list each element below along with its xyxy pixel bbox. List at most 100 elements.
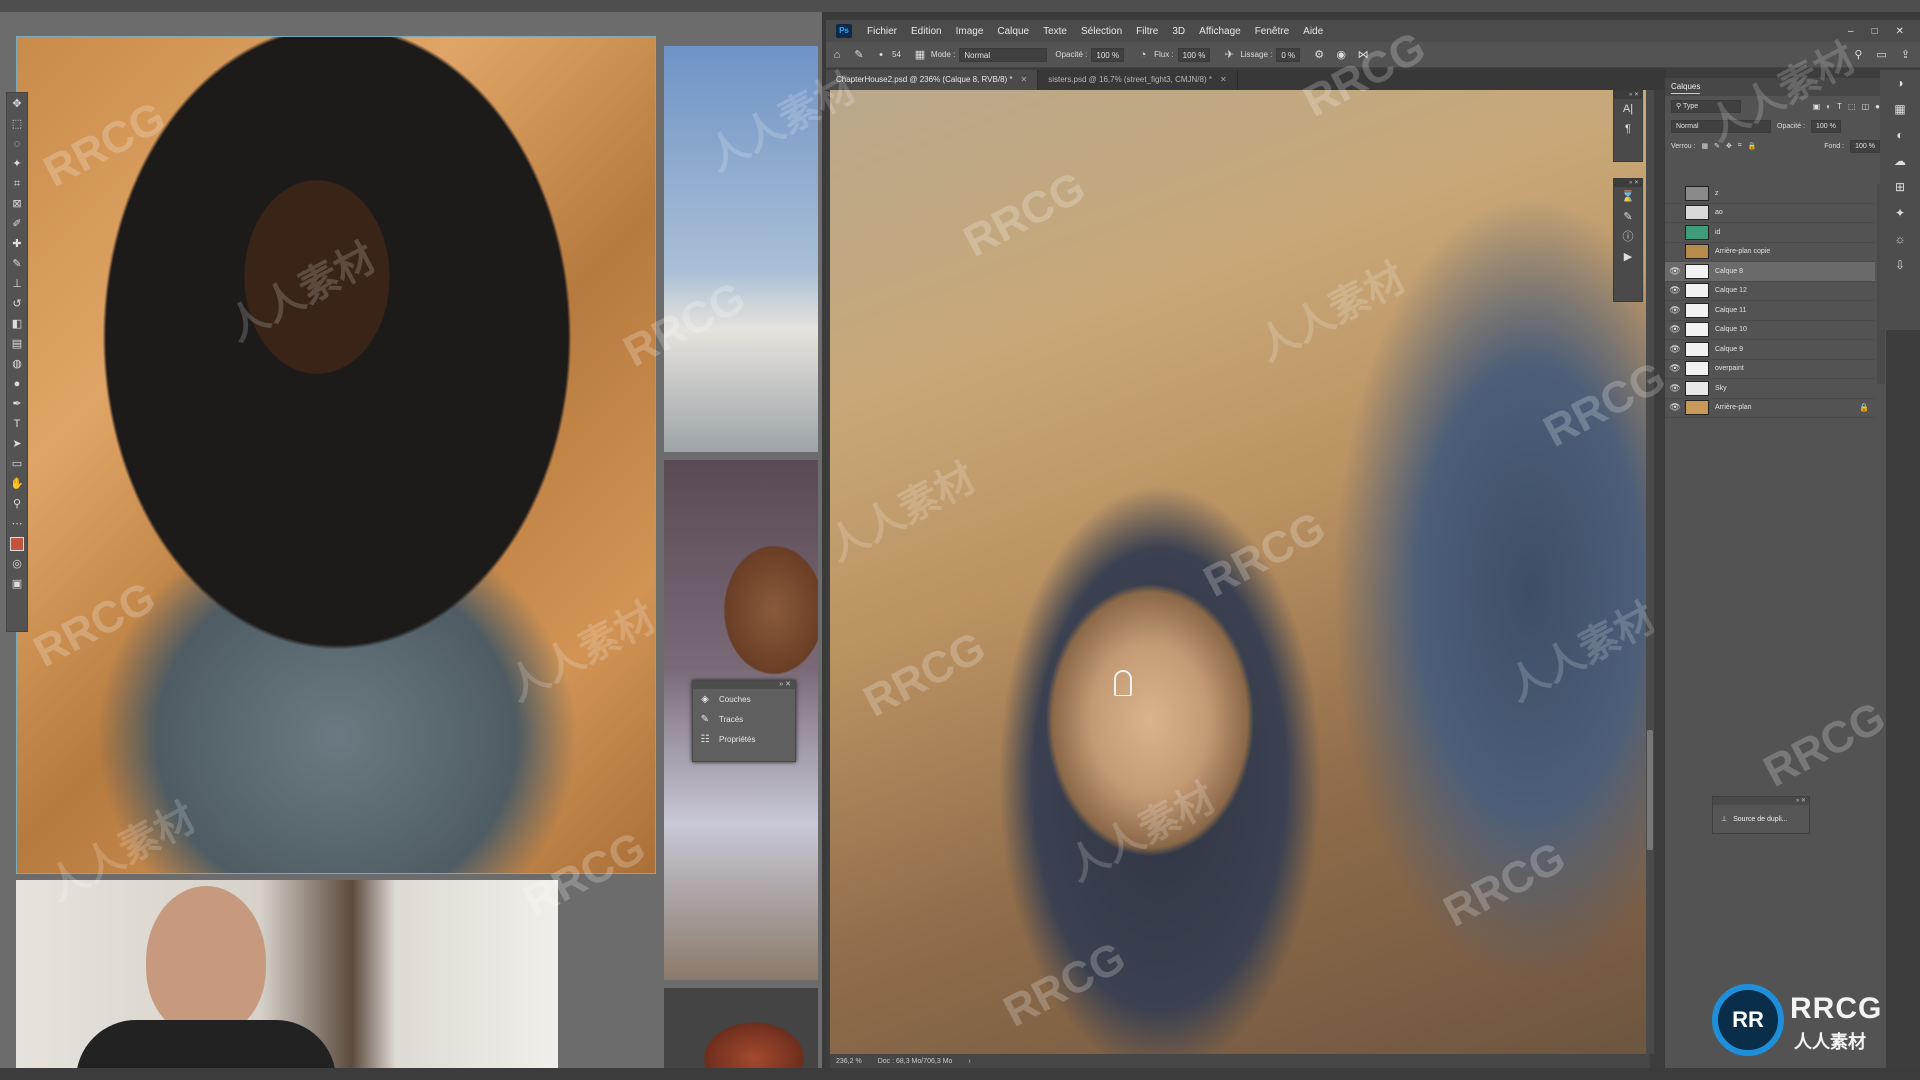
share-icon[interactable]: ⇪ bbox=[1901, 48, 1910, 61]
frame-tool-icon[interactable]: ⊠ bbox=[7, 195, 27, 213]
brush-size-picker[interactable]: • 54 bbox=[870, 47, 901, 63]
menu-fichier[interactable]: Fichier bbox=[860, 26, 904, 37]
layer-row[interactable]: 👁 Arrière-plan 🔒 bbox=[1665, 399, 1875, 418]
tab-sisters[interactable]: sisters.psd @ 16,7% (street_fight3, CMJN… bbox=[1038, 70, 1238, 90]
layer-opacity-field[interactable]: 100 % bbox=[1811, 119, 1841, 133]
layer-row[interactable]: Arrière-plan copie bbox=[1665, 243, 1875, 262]
layer-row[interactable]: id bbox=[1665, 223, 1875, 243]
clone-stamp-icon[interactable]: ⊥ bbox=[7, 275, 27, 293]
minimize-icon[interactable]: – bbox=[1848, 26, 1854, 37]
floating-item-channels[interactable]: ◈ Couches bbox=[693, 689, 795, 709]
tab-close-icon[interactable]: ✕ bbox=[1220, 75, 1227, 84]
menu-selection[interactable]: Sélection bbox=[1074, 26, 1129, 37]
menu-3d[interactable]: 3D bbox=[1165, 26, 1192, 37]
menu-fenetre[interactable]: Fenêtre bbox=[1248, 26, 1296, 37]
menu-edition[interactable]: Edition bbox=[904, 26, 949, 37]
actions-panel-icon[interactable]: ▶ bbox=[1614, 247, 1642, 267]
hand-tool-icon[interactable]: ✋ bbox=[7, 475, 27, 493]
tab-chapterhouse[interactable]: ChapterHouse2.psd @ 236% (Calque 8, RVB/… bbox=[826, 70, 1039, 90]
layer-row[interactable]: 👁 Calque 12 bbox=[1665, 282, 1875, 301]
search-icon[interactable]: ⚲ bbox=[1854, 48, 1862, 61]
layer-row[interactable]: 👁 Sky bbox=[1665, 379, 1875, 399]
lasso-tool-icon[interactable]: ◌ bbox=[7, 135, 27, 153]
opacity-field[interactable]: 100 % bbox=[1091, 47, 1125, 62]
move-tool-icon[interactable]: ✥ bbox=[7, 95, 27, 113]
layer-filter-select[interactable]: ⚲ Type bbox=[1671, 99, 1741, 113]
clone-source-button[interactable]: ⊥ Source de dupli... bbox=[1713, 805, 1809, 833]
marquee-tool-icon[interactable]: ⬚ bbox=[7, 115, 27, 133]
pressure-size-icon[interactable]: ◉ bbox=[1333, 47, 1349, 63]
layer-row[interactable]: z bbox=[1665, 184, 1875, 204]
styles-panel-icon[interactable]: ✦ bbox=[1880, 200, 1920, 226]
lightbulb-icon[interactable]: ☼ bbox=[1880, 226, 1920, 252]
status-arrow-icon[interactable]: › bbox=[968, 1058, 970, 1065]
symmetry-icon[interactable]: ⋈ bbox=[1355, 47, 1371, 63]
visibility-eye-icon[interactable]: 👁 bbox=[1665, 285, 1685, 296]
filter-type-icon[interactable]: T bbox=[1837, 102, 1842, 111]
layer-row[interactable]: 👁 Calque 8 bbox=[1665, 262, 1875, 282]
menu-aide[interactable]: Aide bbox=[1296, 26, 1330, 37]
lock-transparent-icon[interactable]: ▦ bbox=[1702, 142, 1709, 150]
visibility-eye-icon[interactable]: 👁 bbox=[1665, 305, 1685, 316]
dock-header[interactable]: » ✕ bbox=[1614, 179, 1642, 187]
workspace-icon[interactable]: ▭ bbox=[1876, 48, 1886, 61]
visibility-eye-icon[interactable]: 👁 bbox=[1665, 383, 1685, 394]
color-panel-icon[interactable]: ◑ bbox=[1880, 70, 1920, 96]
type-tool-icon[interactable]: T bbox=[7, 415, 27, 433]
path-select-icon[interactable]: ➤ bbox=[7, 435, 27, 453]
layer-row[interactable]: 👁 overpaint bbox=[1665, 360, 1875, 379]
layer-row[interactable]: ao bbox=[1665, 204, 1875, 223]
menu-affichage[interactable]: Affichage bbox=[1192, 26, 1248, 37]
adjustments-panel-icon[interactable]: ◐ bbox=[1880, 122, 1920, 148]
history-brush-icon[interactable]: ↺ bbox=[7, 295, 27, 313]
brush-settings-icon[interactable]: ▦ bbox=[912, 47, 928, 63]
lock-position-icon[interactable]: ✥ bbox=[1726, 142, 1732, 150]
swatches-panel-icon[interactable]: ▦ bbox=[1880, 96, 1920, 122]
lock-pixels-icon[interactable]: ✎ bbox=[1714, 142, 1720, 150]
painting-canvas[interactable] bbox=[830, 90, 1650, 1054]
floating-panel-header[interactable]: » ✕ bbox=[693, 681, 795, 689]
lock-artboard-icon[interactable]: ⌗ bbox=[1738, 142, 1742, 150]
smoothing-field[interactable]: 0 % bbox=[1276, 47, 1301, 62]
menu-image[interactable]: Image bbox=[949, 26, 991, 37]
home-icon[interactable]: ⌂ bbox=[829, 47, 845, 63]
pressure-opacity-icon[interactable]: ◔ bbox=[1135, 47, 1151, 63]
paragraph-panel-icon[interactable]: ¶ bbox=[1614, 119, 1642, 139]
layers-panel-tab[interactable]: Calques bbox=[1665, 78, 1886, 96]
floating-item-paths[interactable]: ✎ Tracés bbox=[693, 709, 795, 729]
blend-mode-select[interactable]: Normal bbox=[1671, 119, 1771, 133]
gradient-icon[interactable]: ▤ bbox=[7, 335, 27, 353]
more-tools-icon[interactable]: ⋯ bbox=[7, 515, 27, 533]
filter-smart-icon[interactable]: ◫ bbox=[1862, 102, 1870, 111]
grid-panel-icon[interactable]: ⊞ bbox=[1880, 174, 1920, 200]
eraser-icon[interactable]: ◧ bbox=[7, 315, 27, 333]
screen-mode-icon[interactable]: ▣ bbox=[7, 575, 27, 593]
canvas-scrollbar[interactable] bbox=[1646, 90, 1654, 1054]
brush-preset-icon[interactable]: ✎ bbox=[851, 47, 867, 63]
menu-calque[interactable]: Calque bbox=[990, 26, 1036, 37]
reference-image-woman[interactable] bbox=[16, 36, 656, 874]
blur-tool-icon[interactable]: ◍ bbox=[7, 355, 27, 373]
mode-select[interactable]: Normal bbox=[959, 47, 1048, 62]
layer-row[interactable]: 👁 Calque 10 bbox=[1665, 321, 1875, 340]
maximize-icon[interactable]: □ bbox=[1872, 26, 1878, 37]
reference-image-jewelry[interactable] bbox=[664, 988, 818, 1080]
brush-tool-icon[interactable]: ✎ bbox=[7, 255, 27, 273]
dodge-tool-icon[interactable]: ● bbox=[7, 375, 27, 393]
airbrush-icon[interactable]: ✈ bbox=[1221, 47, 1237, 63]
character-panel-icon[interactable]: A| bbox=[1614, 99, 1642, 119]
export-panel-icon[interactable]: ⇩ bbox=[1880, 252, 1920, 278]
foreground-color-swatch[interactable] bbox=[10, 537, 24, 551]
magic-wand-icon[interactable]: ✦ bbox=[7, 155, 27, 173]
clone-source-header[interactable]: » ✕ bbox=[1713, 797, 1809, 805]
zoom-readout[interactable]: 236,2 % bbox=[836, 1058, 862, 1065]
visibility-eye-icon[interactable]: 👁 bbox=[1665, 344, 1685, 355]
quick-mask-icon[interactable]: ◎ bbox=[7, 555, 27, 573]
history-panel-icon[interactable]: ⌛ bbox=[1614, 187, 1642, 207]
layer-row[interactable]: 👁 Calque 9 bbox=[1665, 340, 1875, 360]
menu-filtre[interactable]: Filtre bbox=[1129, 26, 1165, 37]
visibility-eye-icon[interactable]: 👁 bbox=[1665, 363, 1685, 374]
filter-shape-icon[interactable]: ⬚ bbox=[1848, 102, 1856, 111]
visibility-eye-icon[interactable]: 👁 bbox=[1665, 266, 1685, 277]
zoom-tool-icon[interactable]: ⚲ bbox=[7, 495, 27, 513]
